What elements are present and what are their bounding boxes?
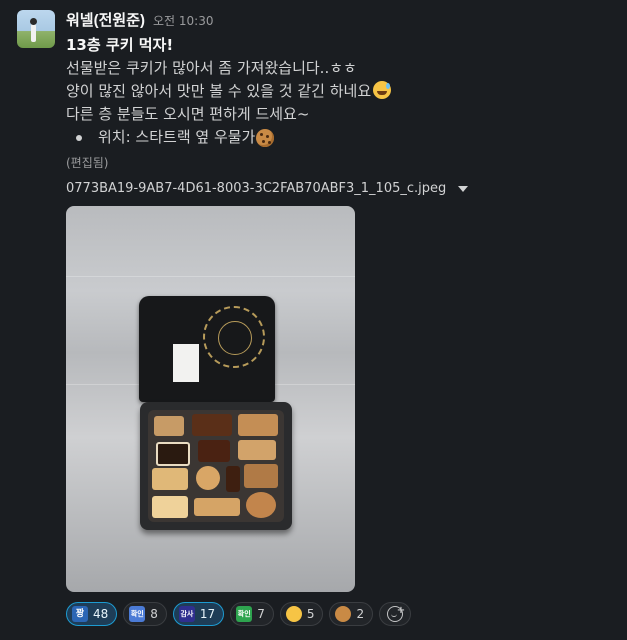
cookie [226,466,240,492]
cookie-tin-base [140,402,292,530]
add-reaction-button[interactable]: + [379,602,412,626]
cookie-emoji-icon [335,606,352,622]
cookie [238,440,276,460]
confirm-emoji-icon: 확인 [236,606,253,622]
cookie-tin-lid [139,296,275,402]
reaction-check[interactable]: 확인 8 [123,602,167,626]
bullet-dot-icon [76,134,82,141]
plus-icon: + [396,605,406,616]
reaction-count: 17 [199,607,216,621]
avatar-person-figure [30,18,37,42]
cookie [194,498,240,516]
location-text: 위치: 스타트랙 옆 우물가 [98,128,256,146]
reaction-kwang[interactable]: 꽝 48 [66,602,118,626]
reaction-confirm[interactable]: 확인 7 [230,602,274,626]
cookie [246,492,276,518]
message-body: 13층 쿠키 먹자! 선물받은 쿠키가 많아서 좀 가져왔습니다..ㅎㅎ 양이 … [66,34,606,149]
chevron-down-icon[interactable] [458,185,469,192]
cookie [152,468,188,490]
cookie [154,416,184,436]
author-name[interactable]: 워넬(전원준) [66,9,145,30]
cookie [156,442,190,466]
reaction-thinking[interactable]: 5 [279,602,324,626]
cookie-tray [148,410,284,522]
sweat-smile-emoji-icon [373,81,392,99]
reaction-count: 5 [306,607,315,621]
reactions-bar: 꽝 48 확인 8 감사 17 확인 7 5 2 + [66,602,412,626]
reaction-gamsa[interactable]: 감사 17 [172,602,225,626]
message-title: 13층 쿠키 먹자! [66,36,174,54]
message-line-1: 선물받은 쿠키가 많아서 좀 가져왔습니다..ㅎㅎ [66,59,357,77]
reaction-count: 48 [93,607,109,621]
attachment-header[interactable]: 0773BA19-9AB7-4D61-8003-3C2FAB70ABF3_1_1… [66,181,469,196]
avatar[interactable] [17,10,55,48]
cookie [198,440,230,462]
wall-panel-line [66,276,355,277]
attachment-image[interactable] [66,206,355,592]
message-row: 워넬(전원준) 오전 10:30 13층 쿠키 먹자! 선물받은 쿠키가 많아서… [0,0,627,640]
reaction-count: 2 [356,607,365,621]
cookie [192,414,232,436]
message-line-3: 다른 층 분들도 오시면 편하게 드세요~ [66,105,310,123]
kwang-emoji-icon: 꽝 [72,606,88,622]
message-timestamp[interactable]: 오전 10:30 [153,12,213,29]
check-emoji-icon: 확인 [129,606,146,622]
reaction-cookie[interactable]: 2 [329,602,374,626]
message-line-2-wrap: 양이 많진 않아서 맛만 볼 수 있을 것 같긴 하네요 [66,80,606,103]
edited-label: (편집됨) [66,156,109,170]
thinking-emoji-icon [285,606,302,622]
cookie [238,414,278,436]
reaction-count: 7 [257,607,265,621]
message-line-2: 양이 많진 않아서 맛만 볼 수 있을 것 같긴 하네요 [66,82,372,100]
location-bullet: 위치: 스타트랙 옆 우물가 [66,126,606,149]
message-header: 워넬(전원준) 오전 10:30 [66,9,213,29]
cookie [244,464,278,488]
sun-face-logo-icon [203,306,265,368]
attachment-filename[interactable]: 0773BA19-9AB7-4D61-8003-3C2FAB70ABF3_1_1… [66,181,446,196]
cookie [152,496,188,518]
gamsa-emoji-icon: 감사 [178,606,195,622]
handwritten-note [173,344,199,382]
reaction-count: 8 [150,607,158,621]
cookie-emoji-icon [256,128,275,147]
cookie [196,466,220,490]
